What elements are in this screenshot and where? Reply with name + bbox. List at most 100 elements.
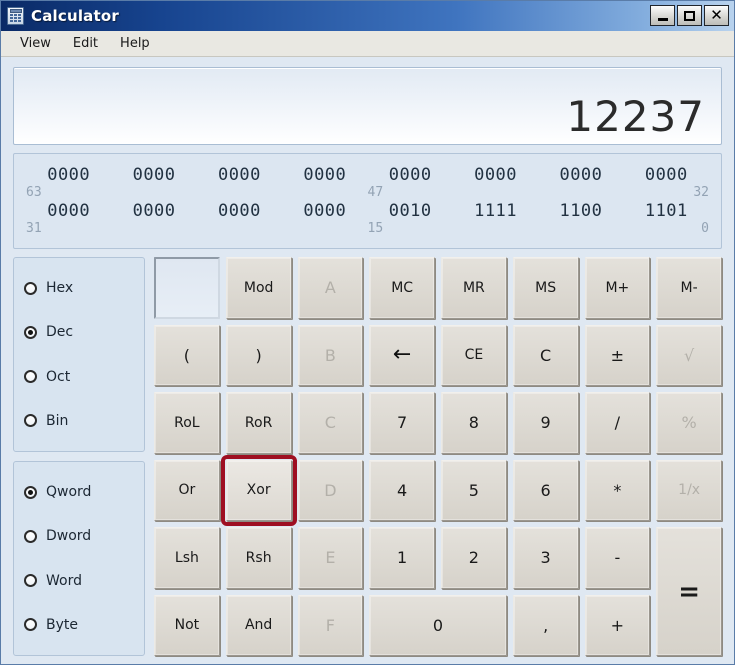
key-label: 9 — [540, 413, 551, 433]
key-subtract[interactable]: - — [584, 527, 651, 589]
binary-nibble[interactable]: 0000 — [111, 166, 196, 186]
menu-bar: View Edit Help — [1, 31, 734, 57]
binary-bit-display: 0000 0000 0000 0000 0000 0000 0000 0000 63 47 3… — [13, 153, 722, 249]
window-title: Calculator — [31, 7, 119, 25]
key-decimal[interactable]: , — [512, 594, 579, 656]
key-memory-add[interactable]: M+ — [584, 257, 651, 319]
key-memory-clear[interactable]: MC — [369, 257, 435, 319]
binary-nibble[interactable]: 0000 — [197, 201, 282, 222]
key-multiply[interactable]: * — [584, 459, 651, 521]
key-label: MS — [535, 279, 557, 296]
close-icon: ✕ — [710, 6, 723, 24]
radio-bin[interactable]: Bin — [24, 412, 134, 430]
menu-item-edit[interactable]: Edit — [64, 33, 107, 54]
menu-item-view[interactable]: View — [11, 33, 60, 54]
binary-nibble[interactable]: 0000 — [282, 166, 367, 186]
menu-item-help[interactable]: Help — [111, 33, 159, 54]
key-hex-b: B — [297, 324, 364, 386]
binary-nibble[interactable]: 0000 — [197, 166, 282, 186]
key-paren-open[interactable]: ( — [154, 324, 220, 386]
radio-dword[interactable]: Dword — [24, 527, 134, 545]
key-xor[interactable]: Xor — [220, 454, 297, 526]
binary-nibble[interactable]: 0000 — [26, 166, 111, 186]
key-paren-close[interactable]: ) — [225, 324, 292, 386]
binary-nibble[interactable]: 0000 — [453, 166, 538, 186]
key-digit-3[interactable]: 3 — [512, 527, 579, 589]
key-digit-7[interactable]: 7 — [369, 392, 435, 454]
radio-oct[interactable]: Oct — [24, 368, 134, 386]
close-button[interactable]: ✕ — [704, 5, 729, 26]
key-digit-2[interactable]: 2 — [441, 527, 507, 589]
key-digit-1[interactable]: 1 — [369, 527, 435, 589]
radio-indicator-icon — [24, 529, 37, 543]
binary-nibble[interactable]: 0000 — [111, 201, 196, 222]
key-sign[interactable]: ± — [584, 324, 651, 386]
binary-nibble[interactable]: 1111 — [453, 201, 538, 222]
key-memory-recall[interactable]: MR — [441, 257, 507, 319]
radio-label: Byte — [46, 616, 78, 633]
key-label: M- — [680, 279, 698, 296]
key-label: Mod — [243, 279, 274, 296]
key-label: 3 — [540, 548, 551, 568]
radio-label: Dec — [46, 324, 74, 341]
binary-nibble[interactable]: 0000 — [282, 201, 367, 222]
minimize-icon — [657, 18, 668, 21]
lower-area: Hex Dec Oct Bin Qword Dword Word Byte Mod A MC MR… — [13, 257, 722, 656]
key-digit-6[interactable]: 6 — [512, 459, 579, 521]
radio-word[interactable]: Word — [24, 572, 134, 590]
key-label: ( — [183, 345, 190, 365]
key-label: * — [613, 480, 622, 500]
key-clear-entry[interactable]: CE — [441, 324, 507, 386]
binary-nibble[interactable]: 0000 — [368, 166, 453, 186]
binary-nibble[interactable]: 0000 — [538, 166, 623, 186]
key-mod[interactable]: Mod — [225, 257, 292, 319]
key-add[interactable]: + — [584, 594, 651, 656]
key-ror[interactable]: RoR — [225, 392, 292, 454]
binary-nibble[interactable]: 1100 — [538, 201, 623, 222]
binary-nibble[interactable]: 1101 — [624, 201, 709, 222]
key-digit-4[interactable]: 4 — [369, 459, 435, 521]
key-divide[interactable]: / — [584, 392, 651, 454]
maximize-button[interactable] — [677, 5, 702, 26]
key-memory-store[interactable]: MS — [512, 257, 579, 319]
key-or[interactable]: Or — [154, 459, 220, 521]
key-lsh[interactable]: Lsh — [154, 527, 220, 589]
key-digit-5[interactable]: 5 — [441, 459, 507, 521]
binary-row-high[interactable]: 0000 0000 0000 0000 0000 0000 0000 0000 — [26, 166, 709, 186]
binary-nibble[interactable]: 0000 — [26, 201, 111, 222]
key-backspace[interactable]: ← — [369, 324, 435, 386]
key-label: ± — [610, 345, 625, 365]
key-label: √ — [684, 345, 695, 365]
key-and[interactable]: And — [225, 594, 292, 656]
binary-nibble[interactable]: 0010 — [368, 201, 453, 222]
key-hex-d: D — [297, 459, 364, 521]
radio-byte[interactable]: Byte — [24, 616, 134, 634]
radio-qword[interactable]: Qword — [24, 483, 134, 501]
key-clear[interactable]: C — [512, 324, 579, 386]
calculator-window: Calculator ✕ View Edit Help 12237 0000 00… — [0, 0, 735, 665]
key-label: And — [244, 617, 273, 634]
radio-indicator-icon — [24, 618, 37, 632]
key-label: Xor — [246, 482, 271, 499]
bit-label-15: 15 — [367, 220, 384, 236]
radio-dec[interactable]: Dec — [24, 323, 134, 341]
key-digit-0[interactable]: 0 — [369, 594, 507, 656]
key-digit-9[interactable]: 9 — [512, 392, 579, 454]
bit-label-32: 32 — [693, 184, 709, 200]
entry-input[interactable] — [154, 257, 220, 319]
key-rsh[interactable]: Rsh — [225, 527, 292, 589]
title-bar: Calculator ✕ — [1, 1, 734, 31]
key-rol[interactable]: RoL — [154, 392, 220, 454]
options-column: Hex Dec Oct Bin Qword Dword Word Byte — [13, 257, 145, 656]
key-memory-sub[interactable]: M- — [656, 257, 722, 319]
key-digit-8[interactable]: 8 — [441, 392, 507, 454]
key-not[interactable]: Not — [154, 594, 220, 656]
radio-label: Hex — [46, 280, 74, 297]
radio-hex[interactable]: Hex — [24, 279, 134, 297]
key-equals[interactable]: = — [656, 527, 722, 656]
minimize-button[interactable] — [650, 5, 675, 26]
key-label: Rsh — [245, 549, 272, 566]
calculator-icon — [7, 7, 24, 25]
binary-row-low[interactable]: 0000 0000 0000 0000 0010 1111 1100 1101 — [26, 201, 709, 222]
binary-nibble[interactable]: 0000 — [624, 166, 709, 186]
